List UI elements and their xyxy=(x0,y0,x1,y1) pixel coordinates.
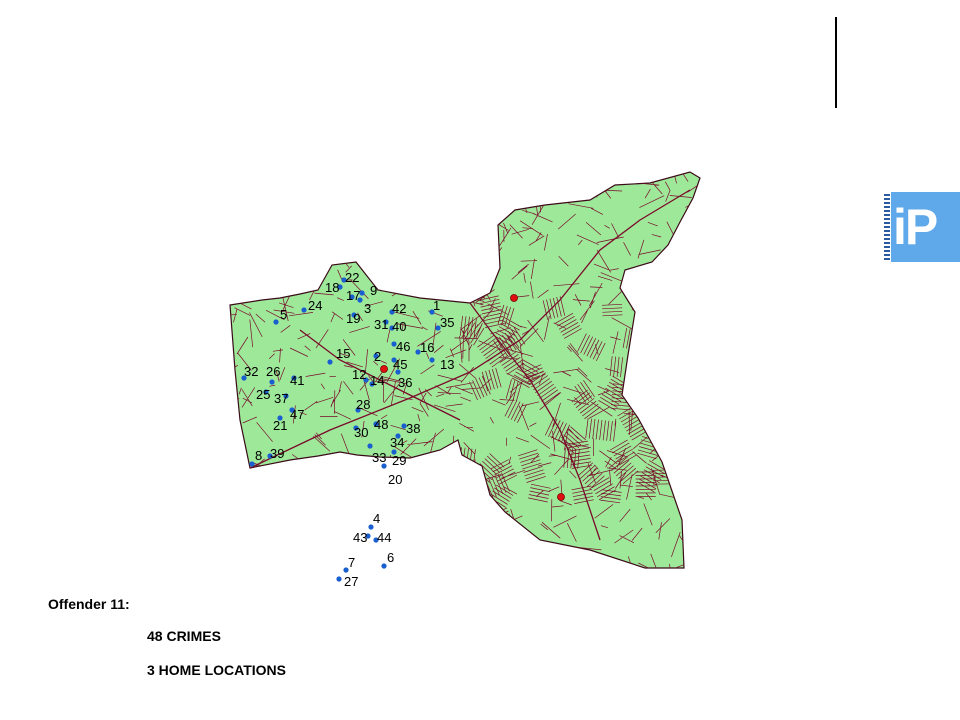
crime-marker-6 xyxy=(381,563,387,569)
crime-label-18: 18 xyxy=(325,280,339,295)
crime-label-27: 27 xyxy=(344,574,358,589)
crime-label-33: 33 xyxy=(372,450,386,465)
crime-marker-13 xyxy=(429,357,435,363)
crime-label-45: 45 xyxy=(393,357,407,372)
crime-label-19: 19 xyxy=(346,311,360,326)
crime-map: 12345678912131415 16171819202122242526272… xyxy=(229,171,701,589)
crime-label-44: 44 xyxy=(377,530,391,545)
offender-title: Offender 11: xyxy=(48,596,130,612)
crime-label-2: 2 xyxy=(374,349,381,364)
home-marker-3 xyxy=(557,493,565,501)
crime-label-12: 12 xyxy=(352,367,366,382)
crime-label-46: 46 xyxy=(396,339,410,354)
crime-marker-24 xyxy=(301,307,307,313)
crime-label-35: 35 xyxy=(440,315,454,330)
crime-marker-5 xyxy=(273,319,279,325)
crime-label-14: 14 xyxy=(370,373,384,388)
home-locations-count: 3 HOME LOCATIONS xyxy=(147,662,286,678)
crime-label-40: 40 xyxy=(392,319,406,334)
crime-label-30: 30 xyxy=(354,425,368,440)
crime-label-48: 48 xyxy=(374,417,388,432)
crime-label-17: 17 xyxy=(346,288,360,303)
crime-label-3: 3 xyxy=(364,301,371,316)
home-marker-2 xyxy=(510,294,518,302)
crime-label-4: 4 xyxy=(373,511,380,526)
crime-marker-27 xyxy=(336,576,342,582)
borough-land xyxy=(229,171,701,569)
crime-label-28: 28 xyxy=(356,397,370,412)
crime-label-36: 36 xyxy=(398,375,412,390)
home-marker-1 xyxy=(380,365,388,373)
crime-label-31: 31 xyxy=(374,317,388,332)
crime-label-34: 34 xyxy=(390,435,404,450)
crime-marker-33 xyxy=(367,443,373,449)
crime-label-25: 25 xyxy=(256,387,270,402)
crime-label-37: 37 xyxy=(274,391,288,406)
crime-label-47: 47 xyxy=(290,407,304,422)
crime-marker-26 xyxy=(269,379,275,385)
crime-marker-15 xyxy=(327,359,333,365)
crime-label-26: 26 xyxy=(266,364,280,379)
crime-label-42: 42 xyxy=(392,301,406,316)
crime-label-32: 32 xyxy=(244,364,258,379)
crime-label-6: 6 xyxy=(387,550,394,565)
crime-marker-8 xyxy=(249,461,255,467)
crimes-count: 48 CRIMES xyxy=(147,628,221,644)
crime-label-24: 24 xyxy=(308,298,322,313)
crime-label-1: 1 xyxy=(433,298,440,313)
crime-label-7: 7 xyxy=(348,555,355,570)
crime-label-16: 16 xyxy=(420,340,434,355)
crime-label-38: 38 xyxy=(406,421,420,436)
crime-label-29: 29 xyxy=(392,453,406,468)
crime-label-5: 5 xyxy=(280,307,287,322)
crime-label-13: 13 xyxy=(440,357,454,372)
crime-label-22: 22 xyxy=(345,270,359,285)
crime-label-39: 39 xyxy=(270,446,284,461)
crime-label-41: 41 xyxy=(290,373,304,388)
crime-label-8: 8 xyxy=(255,448,262,463)
crime-label-15: 15 xyxy=(336,346,350,361)
crime-label-21: 21 xyxy=(273,418,287,433)
crime-label-9: 9 xyxy=(370,283,377,298)
crime-label-43: 43 xyxy=(353,530,367,545)
crime-label-20: 20 xyxy=(388,472,402,487)
